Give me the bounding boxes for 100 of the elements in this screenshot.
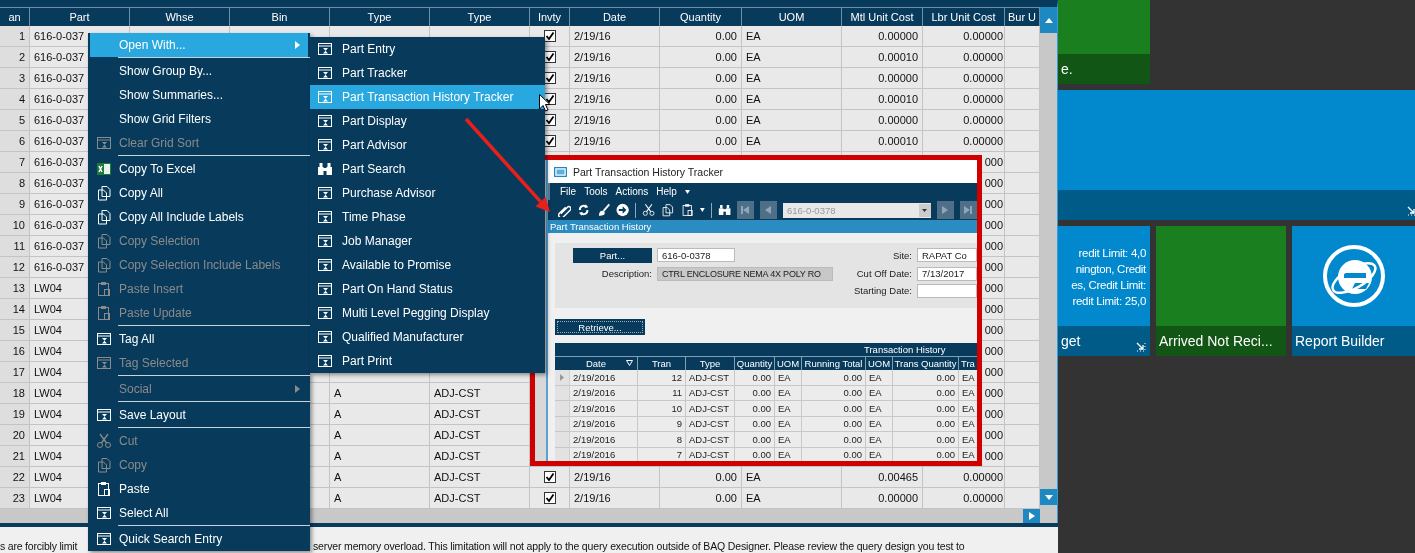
row-number: 11 — [0, 236, 30, 257]
caret-icon — [684, 189, 690, 194]
row-number: 18 — [0, 383, 30, 404]
table-cell: 2/19/2016 — [570, 432, 638, 448]
part-field[interactable]: 616-0-0378 — [657, 248, 735, 262]
menu-item[interactable]: Time Phase — [310, 205, 545, 229]
copy-icon — [95, 233, 112, 249]
menu-item[interactable]: Part Advisor — [310, 133, 545, 157]
table-cell: 12 — [638, 370, 686, 386]
app-tile[interactable] — [1058, 90, 1415, 220]
previous-record-button[interactable] — [759, 201, 777, 219]
field-label: Site: — [892, 249, 912, 261]
menu-item[interactable]: Part Print — [310, 349, 545, 373]
description-field: CTRL ENCLOSURE NEMA 4X POLY RO — [657, 266, 833, 281]
menu-item[interactable]: Actions — [615, 186, 649, 197]
app-tile[interactable]: Arrived Not Reci... — [1156, 226, 1286, 356]
clipboard-icon[interactable] — [680, 203, 694, 217]
checkbox[interactable] — [544, 30, 556, 42]
table-cell: ADJ-CST — [430, 383, 530, 404]
binoculars-icon[interactable] — [717, 203, 731, 217]
table-cell: ADJ-CST — [430, 446, 530, 467]
table-cell: 2/19/16 — [570, 131, 660, 152]
tile-label: Arrived Not Reci... — [1159, 333, 1273, 349]
table-cell: 0.00000 — [842, 110, 923, 131]
table-cell: EA — [742, 467, 842, 488]
table-cell: 0.00000 — [842, 488, 923, 509]
checkbox[interactable] — [544, 471, 556, 483]
browser-logo-icon — [1321, 244, 1386, 308]
scroll-up-button[interactable] — [1040, 7, 1057, 33]
table-cell: 0.00 — [735, 370, 775, 386]
window-icon — [317, 113, 333, 129]
tile-label: e. — [1061, 61, 1073, 77]
tile-text: redit Limit: 25,0 — [1072, 294, 1146, 309]
last-record-button[interactable] — [959, 201, 977, 219]
menu-item[interactable]: Part Search — [310, 157, 545, 181]
row-number: 14 — [0, 299, 30, 320]
table-cell: 0.00465 — [842, 467, 923, 488]
window-icon — [317, 353, 333, 369]
table-cell: 2/19/2016 — [570, 370, 638, 386]
table-cell: EA — [742, 110, 842, 131]
next-record-button[interactable] — [936, 201, 954, 219]
date-field[interactable] — [917, 283, 977, 298]
scroll-right-button[interactable] — [1023, 509, 1040, 523]
row-number: 9 — [0, 194, 30, 215]
menu-item[interactable]: Job Manager — [310, 229, 545, 253]
menu-item[interactable]: Help — [656, 186, 677, 197]
status-message: server memory overload. This limitation will not apply to the query execution outside of BAQ Designer. Please review the query design you test to — [313, 540, 965, 552]
row-number: 5 — [0, 110, 30, 131]
menu-item[interactable]: Qualified Manufacturer — [310, 325, 545, 349]
table-cell: A — [330, 425, 430, 446]
menu-item[interactable]: File — [560, 186, 577, 197]
section-header: Part Transaction History — [548, 220, 977, 233]
table-cell: 10 — [638, 401, 686, 417]
table-cell: EA — [742, 488, 842, 509]
menu-item[interactable]: Purchase Advisor — [310, 181, 545, 205]
checkbox[interactable] — [544, 492, 556, 504]
table-cell: A — [330, 467, 430, 488]
app-tile[interactable]: Report Builder — [1292, 226, 1415, 356]
table-cell: 0.00 — [660, 110, 742, 131]
window-icon — [95, 355, 112, 371]
table-cell: A — [330, 446, 430, 467]
arrow-circle-icon[interactable] — [615, 203, 630, 217]
menu-item[interactable]: Available to Promise — [310, 253, 545, 277]
scroll-down-button[interactable] — [1040, 489, 1057, 505]
window-icon — [317, 233, 333, 249]
table-cell: 8 — [638, 432, 686, 448]
window-icon — [317, 329, 333, 345]
table-cell: 0.00 — [660, 68, 742, 89]
table-cell: EA — [742, 47, 842, 68]
scissors-icon[interactable] — [642, 203, 656, 217]
table-cell: 0.00000 — [923, 488, 1005, 509]
menu-item[interactable]: Part Display — [310, 109, 545, 133]
menu-item[interactable]: Quick Search Entry — [90, 527, 308, 551]
site-field[interactable]: RAPAT Co — [917, 248, 977, 262]
date-field[interactable]: 7/13/2017 — [917, 266, 977, 281]
table-cell: EA — [742, 26, 842, 47]
paperclip-icon[interactable] — [558, 203, 572, 217]
clipboard-icon — [95, 305, 112, 321]
menu-item[interactable]: Part Tracker — [310, 61, 545, 85]
submenu-arrow-icon — [295, 41, 300, 49]
table-cell: EA — [775, 370, 802, 386]
retrieve-button[interactable]: Retrieve... — [555, 319, 645, 335]
table-cell: EA — [866, 401, 893, 417]
window-icon — [317, 305, 333, 321]
app-tile[interactable]: e. — [1058, 0, 1150, 84]
menu-item[interactable]: Multi Level Pegging Display — [310, 301, 545, 325]
last-record-icon — [963, 205, 974, 215]
row-number: 22 — [0, 467, 30, 488]
first-record-button[interactable] — [736, 201, 754, 219]
menu-item[interactable]: Part On Hand Status — [310, 277, 545, 301]
menu-item[interactable]: Part Entry — [310, 37, 545, 61]
menu-item[interactable]: Tools — [584, 186, 608, 197]
window-icon — [317, 209, 333, 225]
status-message: s are forcibly limit — [0, 540, 79, 552]
copy-icon[interactable] — [661, 203, 675, 217]
refresh-icon[interactable] — [577, 203, 591, 217]
app-tile[interactable]: redit Limit: 4,0 nington, Credit es, Credit Limit: redit Limit: 25,0 get — [1058, 226, 1150, 356]
window-icon — [95, 407, 112, 423]
part-button[interactable]: Part... — [573, 247, 652, 263]
brush-icon[interactable] — [596, 203, 610, 217]
